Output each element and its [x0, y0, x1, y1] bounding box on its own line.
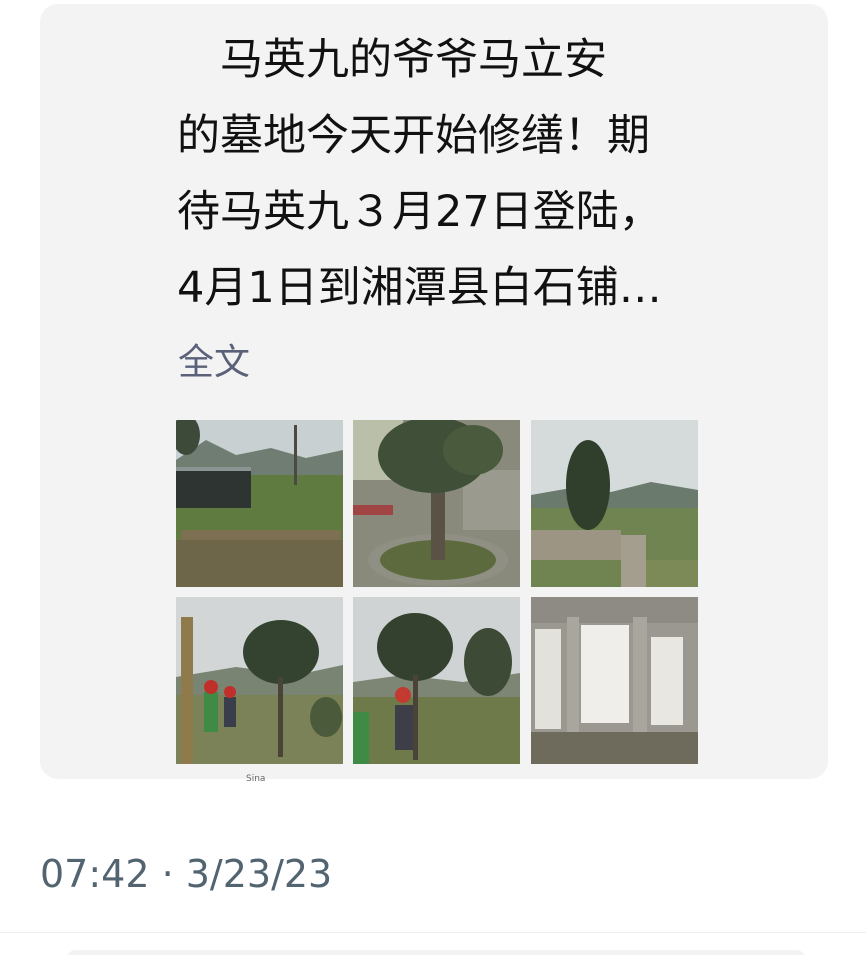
- post-text: 马英九的爷爷马立安 的墓地今天开始修缮！期 待马英九３月27日登陆， 4月1日到…: [177, 35, 662, 313]
- photo-tree-stone-ring-icon: [353, 420, 520, 587]
- divider: [0, 932, 866, 933]
- photo-cypress-field-icon: [531, 420, 698, 587]
- photo-stone-wall-panels-icon: [531, 597, 698, 764]
- tweet-screenshot: 马英九的爷爷马立安 的墓地今天开始修缮！期 待马英九３月27日登陆， 4月1日到…: [0, 0, 866, 955]
- photo-1[interactable]: [176, 420, 343, 587]
- photo-6[interactable]: [531, 597, 698, 764]
- photo-hillside-fence-icon: [176, 420, 343, 587]
- photo-2[interactable]: [353, 420, 520, 587]
- photo-grid: [176, 420, 698, 765]
- photo-3[interactable]: [531, 420, 698, 587]
- photo-worker-trimming-tree-icon: [353, 597, 520, 764]
- tweet-timestamp[interactable]: 07:42 · 3/23/23: [40, 852, 332, 896]
- photo-workers-round-tree-icon: [176, 597, 343, 764]
- next-card-edge: [66, 950, 806, 955]
- photo-5[interactable]: [353, 597, 520, 764]
- full-text-link[interactable]: 全文: [178, 333, 250, 385]
- photo-4[interactable]: [176, 597, 343, 764]
- image-watermark: Sina: [246, 774, 266, 784]
